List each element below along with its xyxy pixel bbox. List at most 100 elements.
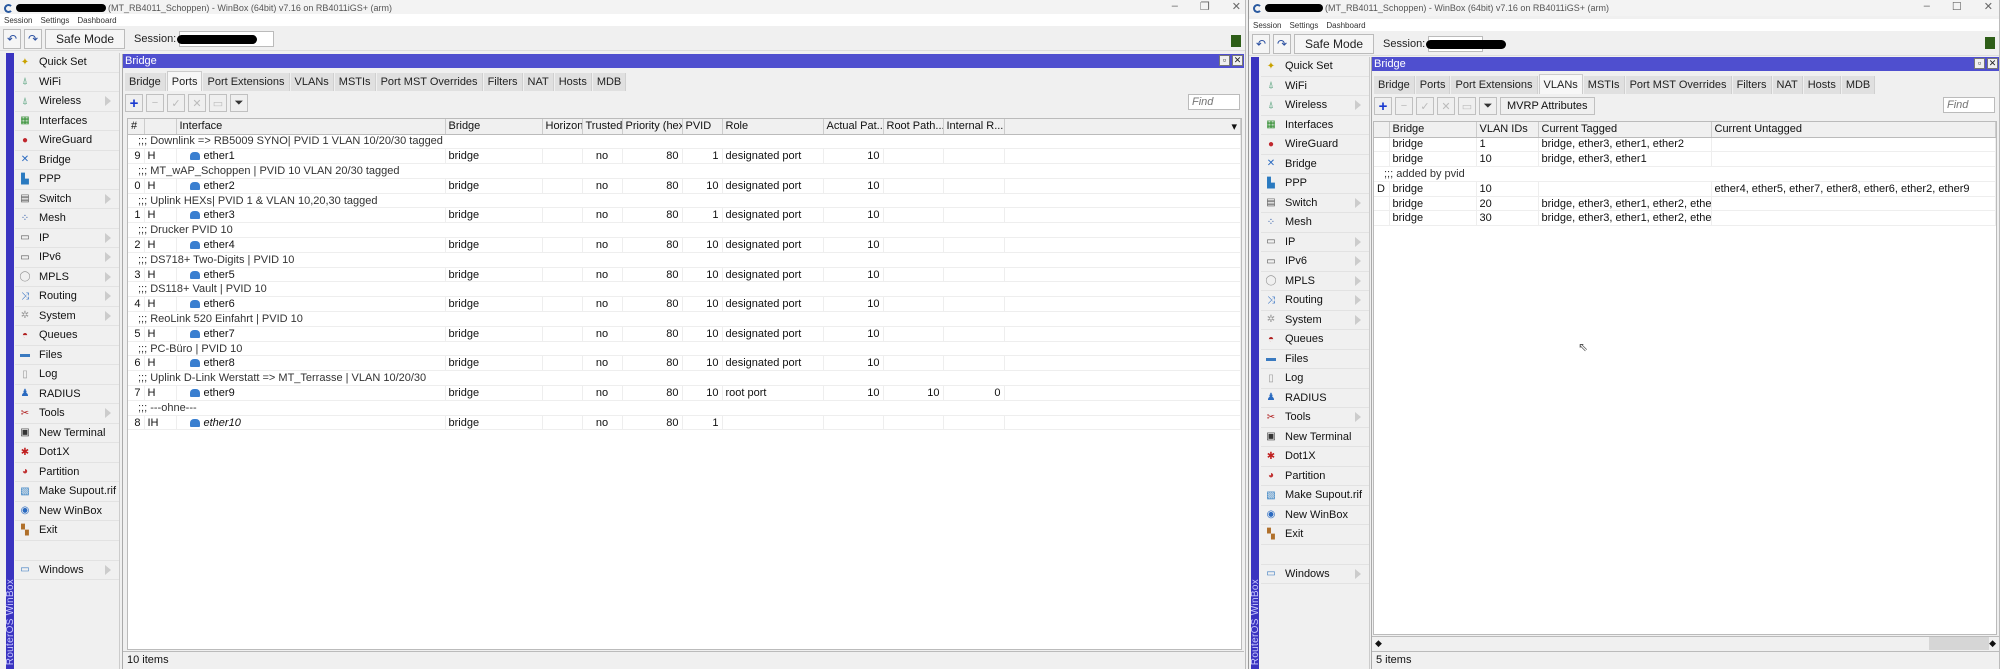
- tab-port-extensions[interactable]: Port Extensions: [1451, 76, 1538, 94]
- sidebar-item-radius[interactable]: ♟ RADIUS: [15, 385, 119, 404]
- table-row[interactable]: Dbridge 10 ether4, ether5, ether7, ether8,…: [1374, 181, 1996, 197]
- table-row[interactable]: 3 Hether5 bridge no 80 10 designated port 10: [128, 267, 1241, 283]
- column-header[interactable]: Internal R...: [943, 119, 1005, 135]
- tab-hosts[interactable]: Hosts: [1803, 76, 1841, 94]
- sidebar-item-windows[interactable]: ▭ Windows: [15, 560, 119, 580]
- table-row[interactable]: 4 Hether6 bridge no 80 10 designated port 10: [128, 296, 1241, 313]
- sidebar-item-partition[interactable]: ◕ Partition: [1261, 467, 1369, 486]
- sidebar-item-mesh[interactable]: ⁘ Mesh: [1261, 213, 1369, 233]
- tab-vlans[interactable]: VLANs: [290, 73, 334, 91]
- sidebar-item-tools[interactable]: ✂ Tools: [1261, 408, 1369, 428]
- add-button[interactable]: +: [1374, 97, 1392, 115]
- table-row[interactable]: 5 Hether7 bridge no 80 10 designated port 10: [128, 326, 1241, 342]
- sidebar-item-bridge[interactable]: ✕ Bridge: [1261, 155, 1369, 174]
- redo-button[interactable]: ↷: [24, 28, 42, 49]
- column-menu-button[interactable]: ▾: [1004, 119, 1241, 135]
- sidebar-item-exit[interactable]: ▚ Exit: [1261, 525, 1369, 545]
- scroll-right-arrow[interactable]: ◆: [1989, 638, 1996, 649]
- sidebar-item-dot1x[interactable]: ✱ Dot1X: [1261, 447, 1369, 467]
- column-header[interactable]: Role: [722, 119, 824, 135]
- table-row[interactable]: 2 Hether4 bridge no 80 10 designated port 10: [128, 237, 1241, 253]
- comment-row[interactable]: ;;; Uplink D-Link Werstatt => MT_Terrass…: [128, 370, 1241, 387]
- find-input[interactable]: [1943, 97, 1995, 113]
- horizontal-scrollbar[interactable]: ◆ ◆: [1372, 636, 1999, 650]
- table-row[interactable]: 8 IH ether10 bridge no 80 1: [128, 415, 1241, 431]
- tab-ports[interactable]: Ports: [1415, 76, 1451, 94]
- maximize-button[interactable]: ☐: [1952, 0, 1962, 13]
- comment-row[interactable]: ;;; added by pvid: [1374, 166, 1996, 182]
- column-header[interactable]: Interface: [176, 119, 446, 135]
- sidebar-item-routing[interactable]: ⤨ Routing: [1261, 291, 1369, 311]
- sidebar-item-system[interactable]: ✲ System: [15, 307, 119, 326]
- comment-row[interactable]: ;;; Drucker PVID 10: [128, 222, 1241, 239]
- session-field[interactable]: [177, 30, 275, 47]
- minimize-button[interactable]: –: [1172, 0, 1178, 13]
- sidebar-item-make-supout-rif[interactable]: ▧ Make Supout.rif: [1261, 486, 1369, 506]
- column-header[interactable]: Actual Pat...: [823, 119, 884, 135]
- tab-mdb[interactable]: MDB: [1841, 76, 1876, 94]
- tab-mstis[interactable]: MSTIs: [334, 73, 376, 91]
- tab-port-mst-overrides[interactable]: Port MST Overrides: [376, 73, 483, 91]
- enable-button[interactable]: ✓: [167, 94, 185, 112]
- close-button[interactable]: ✕: [1984, 0, 1993, 13]
- column-header[interactable]: Root Path...: [883, 119, 944, 135]
- sidebar-item-tools[interactable]: ✂ Tools: [15, 404, 119, 424]
- column-header[interactable]: Bridge: [445, 119, 543, 135]
- add-button[interactable]: +: [125, 94, 143, 112]
- menu-session[interactable]: Session: [4, 16, 32, 25]
- comment-row[interactable]: ;;; PC-Büro | PVID 10: [128, 341, 1241, 357]
- undo-button[interactable]: ↶: [1252, 33, 1270, 54]
- scroll-thumb[interactable]: [1929, 637, 1989, 650]
- sidebar-item-partition[interactable]: ◕ Partition: [15, 463, 119, 482]
- sidebar-item-queues[interactable]: ◓ Queues: [15, 326, 119, 346]
- menu-dashboard[interactable]: Dashboard: [77, 16, 116, 25]
- column-header[interactable]: Bridge: [1389, 122, 1477, 138]
- find-input[interactable]: [1188, 94, 1240, 110]
- sidebar-item-log[interactable]: ▯ Log: [15, 365, 119, 385]
- sidebar-item-system[interactable]: ✲ System: [1261, 311, 1369, 330]
- sidebar-item-ip[interactable]: ▭ IP: [1261, 233, 1369, 252]
- sidebar-item-dot1x[interactable]: ✱ Dot1X: [15, 443, 119, 463]
- sidebar-item-queues[interactable]: ◓ Queues: [1261, 330, 1369, 350]
- close-panel-button[interactable]: ✕: [1987, 58, 1998, 69]
- sidebar-item-files[interactable]: ▬ Files: [1261, 350, 1369, 369]
- sidebar-item-new-winbox[interactable]: ◉ New WinBox: [15, 502, 119, 521]
- sidebar-item-wireless[interactable]: ⍋ Wireless: [1261, 96, 1369, 116]
- menu-dashboard[interactable]: Dashboard: [1326, 21, 1365, 30]
- comment-row[interactable]: ;;; ---ohne---: [128, 400, 1241, 416]
- comment-row[interactable]: ;;; DS718+ Two-Digits | PVID 10: [128, 252, 1241, 268]
- sidebar-item-interfaces[interactable]: ▦ Interfaces: [15, 112, 119, 131]
- tab-nat[interactable]: NAT: [1772, 76, 1803, 94]
- filter-button[interactable]: ⏷: [230, 94, 248, 112]
- menu-session[interactable]: Session: [1253, 21, 1281, 30]
- column-header[interactable]: PVID: [682, 119, 723, 135]
- sidebar-item-new-terminal[interactable]: ▣ New Terminal: [15, 424, 119, 443]
- comment-button[interactable]: ▭: [209, 94, 227, 112]
- sidebar-item-wireguard[interactable]: ● WireGuard: [1261, 135, 1369, 155]
- sidebar-item-ipv6[interactable]: ▭ IPv6: [15, 248, 119, 268]
- tab-nat[interactable]: NAT: [523, 73, 554, 91]
- sidebar-item-windows[interactable]: ▭ Windows: [1261, 564, 1369, 584]
- column-header[interactable]: Trusted: [582, 119, 623, 135]
- sidebar-item-wifi[interactable]: ⍋ WiFi: [1261, 77, 1369, 96]
- column-header[interactable]: Horizon: [542, 119, 583, 135]
- remove-button[interactable]: −: [1395, 97, 1413, 115]
- sidebar-item-ip[interactable]: ▭ IP: [15, 229, 119, 248]
- column-header[interactable]: [1374, 122, 1390, 138]
- safe-mode-button[interactable]: Safe Mode: [1294, 33, 1375, 54]
- sidebar-item-new-terminal[interactable]: ▣ New Terminal: [1261, 428, 1369, 447]
- undo-button[interactable]: ↶: [3, 28, 21, 49]
- tab-hosts[interactable]: Hosts: [554, 73, 592, 91]
- sidebar-item-interfaces[interactable]: ▦ Interfaces: [1261, 116, 1369, 135]
- sidebar-item-new-winbox[interactable]: ◉ New WinBox: [1261, 506, 1369, 525]
- column-header[interactable]: Current Tagged: [1538, 122, 1712, 138]
- comment-row[interactable]: ;;; Uplink HEXs| PVID 1 & VLAN 10,20,30 …: [128, 193, 1241, 209]
- scroll-left-arrow[interactable]: ◆: [1375, 638, 1382, 649]
- comment-row[interactable]: ;;; MT_wAP_Schoppen | PVID 10 VLAN 20/30…: [128, 163, 1241, 179]
- table-row[interactable]: 7 Hether9 bridge no 80 10 root port 10 10 0: [128, 385, 1241, 401]
- tab-vlans[interactable]: VLANs: [1538, 74, 1583, 94]
- table-row[interactable]: bridge 10 bridge, ether3, ether1: [1374, 151, 1996, 168]
- menu-settings[interactable]: Settings: [1289, 21, 1318, 30]
- minimize-button[interactable]: –: [1924, 0, 1930, 13]
- comment-row[interactable]: ;;; Downlink => RB5009 SYNO| PVID 1 VLAN…: [128, 134, 1241, 150]
